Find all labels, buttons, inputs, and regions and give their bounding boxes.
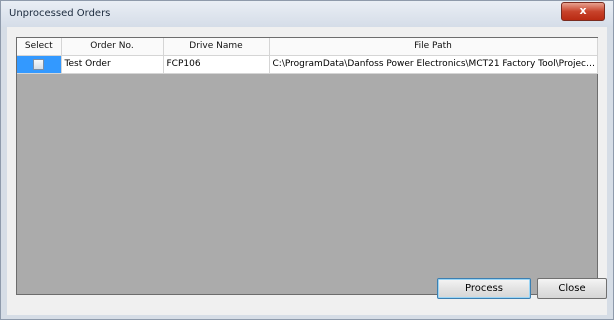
orders-table: Select Order No. Drive Name File Path Te… [17,38,598,74]
process-button[interactable]: Process [437,278,531,299]
order-no-cell[interactable]: Test Order [61,55,164,74]
drive-name-cell[interactable]: FCP106 [163,55,270,74]
grid-header-row: Select Order No. Drive Name File Path [17,38,598,56]
column-header-drive-name[interactable]: Drive Name [163,38,270,56]
table-row[interactable]: Test Order FCP106 C:\ProgramData\Danfoss… [17,55,598,74]
select-cell[interactable] [17,55,62,74]
window-close-icon[interactable]: x [561,2,605,21]
file-path-cell[interactable]: C:\ProgramData\Danfoss Power Electronics… [269,55,598,74]
close-button[interactable]: Close [537,278,607,299]
select-checkbox[interactable] [33,58,45,70]
column-header-order-no[interactable]: Order No. [61,38,164,56]
title-bar[interactable]: Unprocessed Orders x [1,1,613,27]
column-header-select[interactable]: Select [17,38,62,56]
orders-grid[interactable]: Select Order No. Drive Name File Path Te… [16,37,598,295]
dialog-client-area: Select Order No. Drive Name File Path Te… [7,27,607,315]
unprocessed-orders-dialog: Unprocessed Orders x Select Order No. Dr… [0,0,614,320]
window-title: Unprocessed Orders [9,8,111,19]
column-header-file-path[interactable]: File Path [269,38,598,56]
